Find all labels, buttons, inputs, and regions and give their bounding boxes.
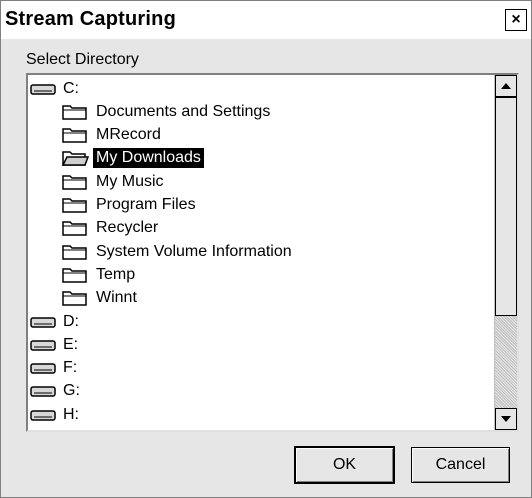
- tree-item-label: Program Files: [96, 196, 196, 213]
- folder-icon: [62, 105, 87, 120]
- folder-icon: [62, 244, 87, 260]
- drive-icon: [30, 340, 56, 351]
- open-folder-icon: [61, 151, 89, 167]
- tree-item-label: G:: [63, 382, 80, 400]
- tree-item-folder[interactable]: Temp: [61, 263, 138, 286]
- tree-item-folder[interactable]: MRecord: [61, 124, 164, 147]
- tree-item-folder[interactable]: System Volume Information: [61, 240, 295, 263]
- tree-item-label: C:: [63, 79, 79, 97]
- tree-item-drive[interactable]: C:: [30, 77, 82, 100]
- tree-item-folder[interactable]: Documents and Settings: [61, 100, 273, 123]
- tree-item-folder[interactable]: Program Files: [61, 194, 199, 217]
- drive-icon: [30, 316, 56, 328]
- tree-item-label: Recycler: [96, 219, 159, 237]
- tree-item-label: MRecord: [96, 126, 161, 144]
- tree-item-label: E:: [63, 335, 79, 353]
- tree-item-label: H:: [63, 405, 79, 423]
- title-bar: Stream Capturing ×: [1, 1, 531, 39]
- tree-item-label: System Volume Information: [96, 242, 292, 260]
- folder-icon: [62, 268, 87, 283]
- folder-icon: [62, 128, 87, 143]
- folder-icon: [62, 174, 87, 190]
- arrow-down-icon: [501, 416, 511, 422]
- tree-item-drive[interactable]: D:: [30, 310, 82, 333]
- arrow-up-icon: [501, 83, 511, 89]
- select-directory-label: Select Directory: [26, 51, 139, 68]
- directory-tree[interactable]: C: Documents and Settings MRecord My Downlo…: [26, 73, 519, 432]
- tree-item-drive[interactable]: E:: [30, 333, 81, 356]
- folder-icon: [62, 221, 87, 237]
- tree-item-label: My Downloads: [93, 148, 204, 169]
- tree-item-label: D:: [63, 312, 79, 330]
- cancel-button[interactable]: Cancel: [411, 447, 510, 483]
- close-button[interactable]: ×: [505, 9, 527, 31]
- tree-item-label: My Music: [96, 172, 164, 190]
- tree-item-drive[interactable]: F:: [30, 357, 80, 380]
- scroll-thumb[interactable]: [495, 97, 517, 316]
- tree-item-folder[interactable]: Recycler: [61, 217, 161, 240]
- stream-capturing-dialog: Stream Capturing × Select Directory C: Do…: [0, 0, 532, 498]
- directory-tree-list: C: Documents and Settings MRecord My Downlo…: [28, 75, 492, 430]
- scroll-down-button[interactable]: [495, 408, 517, 430]
- drive-icon: [30, 409, 56, 421]
- vertical-scrollbar[interactable]: [494, 75, 517, 430]
- tree-item-folder[interactable]: Winnt: [61, 287, 140, 310]
- tree-item-folder[interactable]: My Music: [61, 170, 167, 193]
- tree-item-drive[interactable]: G:: [30, 380, 83, 403]
- tree-item-label: Temp: [96, 265, 136, 283]
- window-title: Stream Capturing: [5, 8, 177, 30]
- tree-item-label: Documents and Settings: [96, 102, 271, 120]
- folder-icon: [62, 291, 87, 306]
- folder-icon: [62, 198, 87, 213]
- ok-button[interactable]: OK: [294, 446, 395, 484]
- tree-item-label: Winnt: [96, 289, 137, 307]
- drive-icon: [30, 386, 56, 398]
- drive-icon: [30, 83, 56, 95]
- tree-item-label: F:: [63, 359, 78, 377]
- tree-item-drive[interactable]: H:: [30, 403, 82, 426]
- scroll-up-button[interactable]: [495, 75, 517, 97]
- tree-item-folder[interactable]: My Downloads: [61, 147, 204, 170]
- drive-icon: [30, 363, 56, 374]
